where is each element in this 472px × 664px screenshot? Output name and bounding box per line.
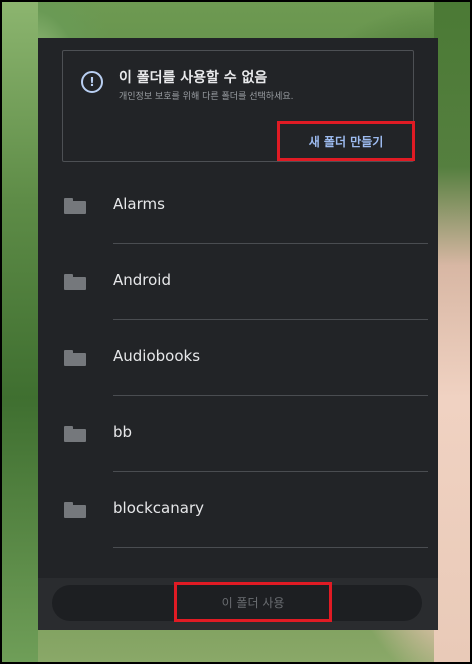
folder-picker-dialog: ! 이 폴더를 사용할 수 없음 개인정보 보호를 위해 다른 폴더를 선택하세… [38,38,438,630]
info-icon: ! [81,71,103,93]
warning-title: 이 폴더를 사용할 수 없음 [119,70,268,86]
folder-icon [64,426,86,442]
folder-icon [64,274,86,290]
folder-name: blockcanary [113,499,204,517]
use-folder-button[interactable]: 이 폴더 사용 [174,582,332,622]
folder-name: bb [113,423,133,441]
warning-card: ! 이 폴더를 사용할 수 없음 개인정보 보호를 위해 다른 폴더를 선택하세… [62,50,415,162]
folder-icon [64,502,86,518]
folder-item-audiobooks[interactable]: Audiobooks [38,320,438,396]
folder-name: Android [113,271,171,289]
folder-item-alarms[interactable]: Alarms [38,168,438,244]
folder-icon [64,350,86,366]
screenshot-frame: ! 이 폴더를 사용할 수 없음 개인정보 보호를 위해 다른 폴더를 선택하세… [0,0,472,664]
folder-item-bb[interactable]: bb [38,396,438,472]
new-folder-button[interactable]: 새 폴더 만들기 [277,121,415,161]
folder-item-blockcanary[interactable]: blockcanary [38,472,438,548]
warning-subtitle: 개인정보 보호를 위해 다른 폴더를 선택하세요. [119,92,294,102]
folder-list: Alarms Android Audiobooks bb blockcanary [38,168,438,548]
bottom-bar: 이 폴더 사용 [38,578,438,630]
folder-name: Alarms [113,195,165,213]
wallpaper-right [434,2,470,662]
wallpaper-left [2,2,38,662]
divider [113,547,428,548]
folder-name: Audiobooks [113,347,201,365]
folder-item-android[interactable]: Android [38,244,438,320]
folder-icon [64,198,86,214]
